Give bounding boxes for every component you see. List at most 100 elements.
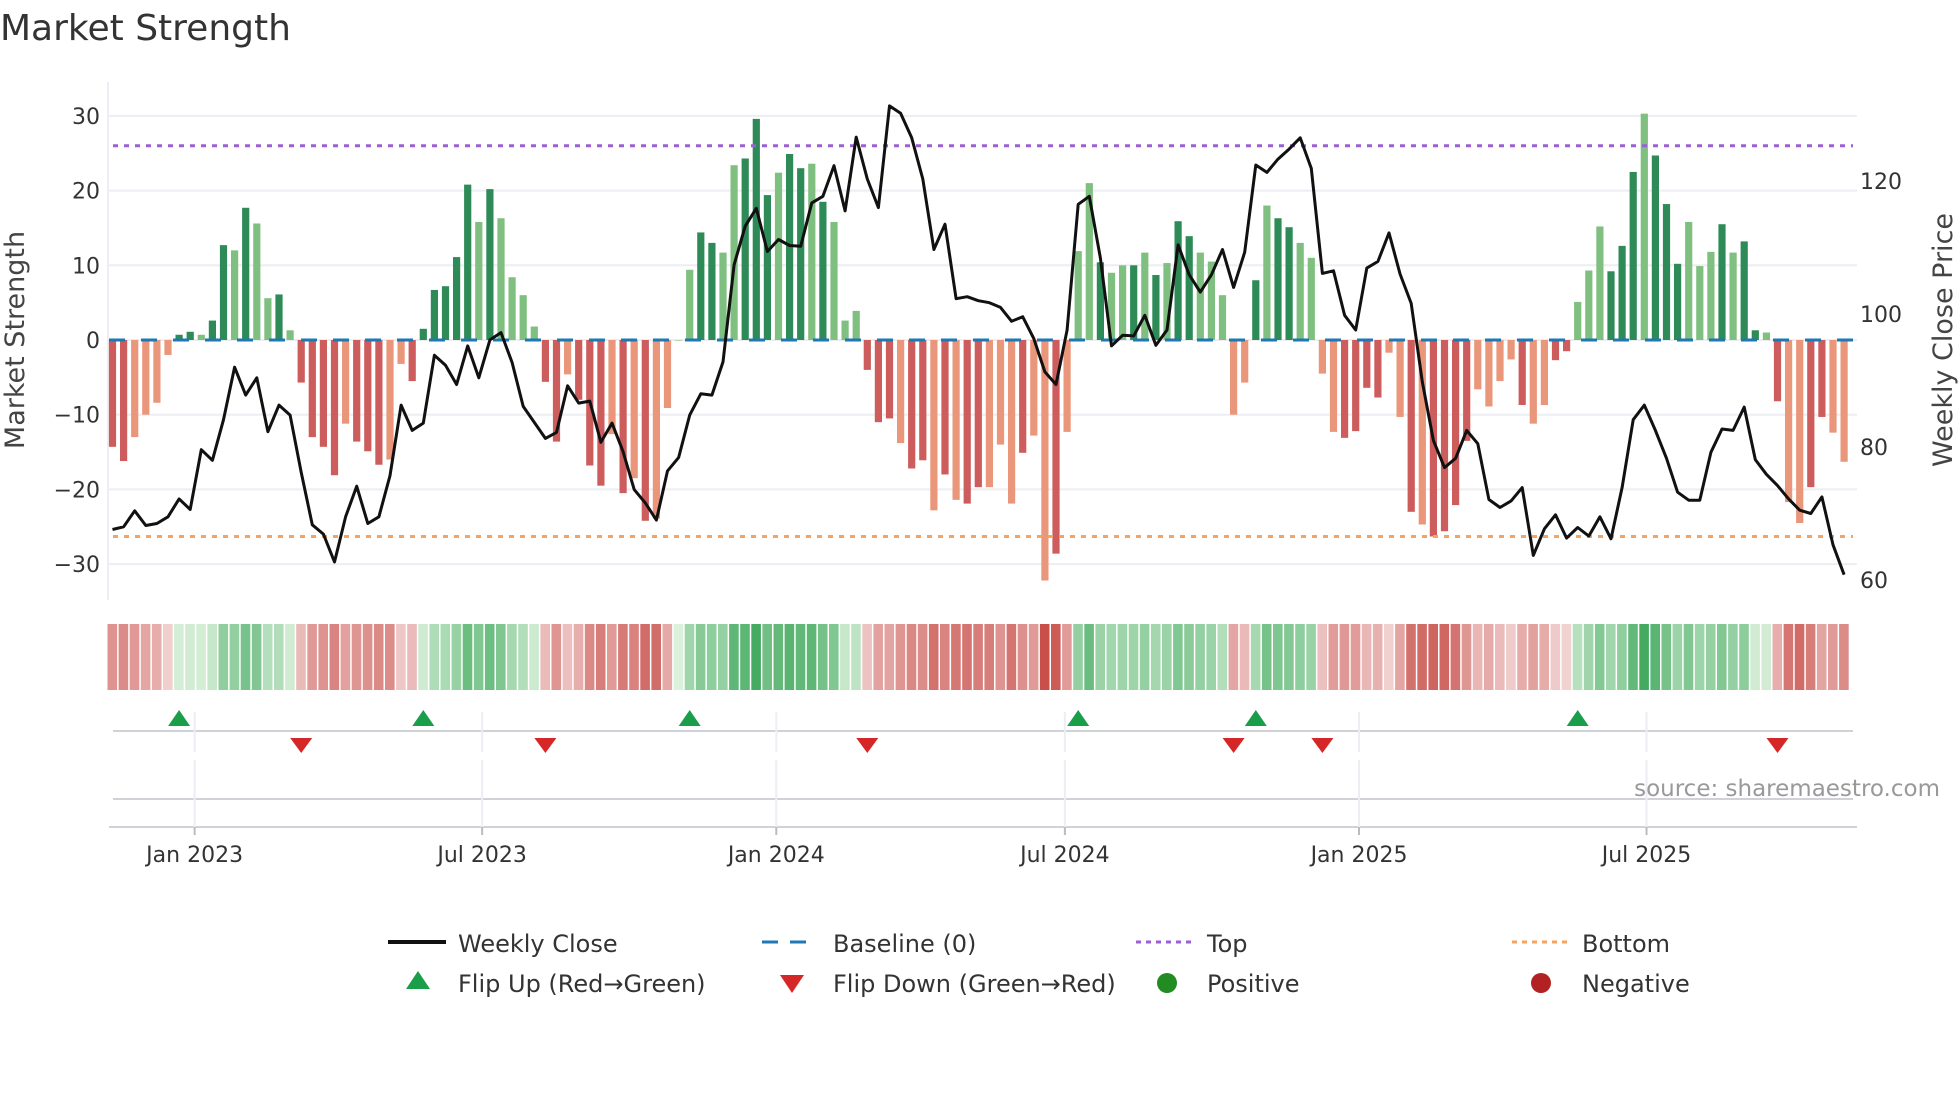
strip-cell (951, 624, 961, 690)
strength-bar (808, 163, 816, 340)
strip-cell (795, 624, 806, 690)
strength-bar (897, 340, 905, 444)
strip-cell (440, 624, 451, 690)
strip-cell (928, 624, 939, 690)
strength-bar (1707, 251, 1715, 340)
strength-bar (1008, 340, 1016, 504)
strip-cell (151, 624, 162, 690)
strength-bar (686, 269, 694, 340)
strength-bar (164, 340, 172, 355)
strip-cell (362, 624, 373, 690)
strip-cell (1672, 624, 1683, 690)
strip-cell (940, 624, 950, 690)
flip-up-marker (1067, 710, 1090, 726)
strength-bar (386, 340, 394, 460)
strip-cell (1006, 624, 1017, 690)
strip-cell (540, 624, 550, 690)
strength-bar (1829, 340, 1837, 433)
strip-cell (829, 624, 839, 690)
legend-flip-up-icon (406, 971, 430, 989)
strip-cell (1506, 624, 1516, 690)
strength-bar (1840, 340, 1848, 462)
strip-cell (662, 624, 673, 690)
strip-cell (1839, 624, 1849, 690)
strip-cell (473, 624, 484, 690)
strip-cell (917, 624, 928, 690)
strip-cell (296, 624, 306, 690)
strip-cell (529, 624, 539, 690)
strength-bar (564, 340, 572, 375)
strength-bar (108, 340, 117, 447)
strength-bar (641, 340, 649, 521)
x-tick-label: Jan 2023 (144, 843, 243, 868)
strip-cell (1728, 624, 1738, 690)
strip-cell (1328, 624, 1339, 690)
strip-cell (1095, 624, 1105, 690)
legend-top: Top (1206, 930, 1248, 958)
strip-cell (1561, 624, 1572, 690)
strip-cell (851, 624, 861, 690)
strip-cell (973, 624, 983, 690)
strength-bar (242, 207, 250, 340)
strip-cell (840, 624, 850, 690)
strip-cell (1750, 624, 1760, 690)
strip-cell (584, 624, 595, 690)
x-tick-label: Jul 2024 (1018, 843, 1110, 868)
x-tick-label: Jan 2025 (1309, 843, 1408, 868)
strength-bar (941, 340, 949, 475)
strength-bar (330, 340, 339, 476)
strength-bar (408, 340, 416, 382)
strength-bar (1496, 340, 1504, 382)
strip-cell (1261, 624, 1272, 690)
strength-bar (1185, 236, 1193, 340)
strip-cell (229, 624, 240, 690)
strength-bar (353, 340, 361, 442)
strip-cell (1828, 624, 1838, 690)
strip-cell (396, 624, 406, 690)
strip-cell (1306, 624, 1316, 690)
strip-cell (1661, 624, 1672, 690)
strip-cell (107, 624, 118, 690)
strength-bar (441, 286, 450, 340)
strip-cell (340, 624, 351, 690)
strip-cell (1739, 624, 1749, 690)
strip-cell (618, 624, 628, 690)
strength-bar (519, 295, 527, 340)
strength-bar (1196, 252, 1204, 340)
strength-bar (1518, 340, 1526, 405)
strip-cell (318, 624, 328, 690)
strip-cell (251, 624, 262, 690)
strip-cell (1395, 624, 1405, 690)
strength-bar (1474, 340, 1482, 390)
strip-cell (196, 624, 206, 690)
strip-cell (1783, 624, 1794, 690)
legend-positive: Positive (1207, 970, 1300, 998)
strip-cell (1028, 624, 1039, 690)
strength-bar (464, 184, 472, 340)
strength-bar (1385, 340, 1393, 353)
strip-cell (462, 624, 473, 690)
strip-cell (274, 624, 284, 690)
strip-cell (762, 624, 772, 690)
strength-bar (863, 340, 871, 370)
strip-cell (1572, 624, 1583, 690)
strip-cell (1206, 624, 1216, 690)
strip-cell (1317, 624, 1327, 690)
x-tick-label: Jul 2025 (1600, 843, 1692, 868)
strip-cell (1606, 624, 1616, 690)
strip-cell (1439, 624, 1450, 690)
strength-bar (1440, 340, 1449, 532)
strip-cell (1239, 624, 1250, 690)
strength-bar (1296, 242, 1304, 340)
y2-tick-label: 80 (1860, 436, 1888, 461)
strength-bar (1796, 340, 1804, 524)
legend: Weekly Close Baseline (0) Top Bottom Fli… (388, 930, 1690, 998)
strength-bar (1596, 226, 1604, 340)
strength-bar (830, 221, 838, 340)
strength-bar (1563, 340, 1571, 352)
strip-cell (1017, 624, 1028, 690)
strip-cell (1483, 624, 1494, 690)
strength-bar (319, 340, 327, 447)
strength-bar (419, 328, 427, 340)
strength-bar (996, 340, 1005, 445)
